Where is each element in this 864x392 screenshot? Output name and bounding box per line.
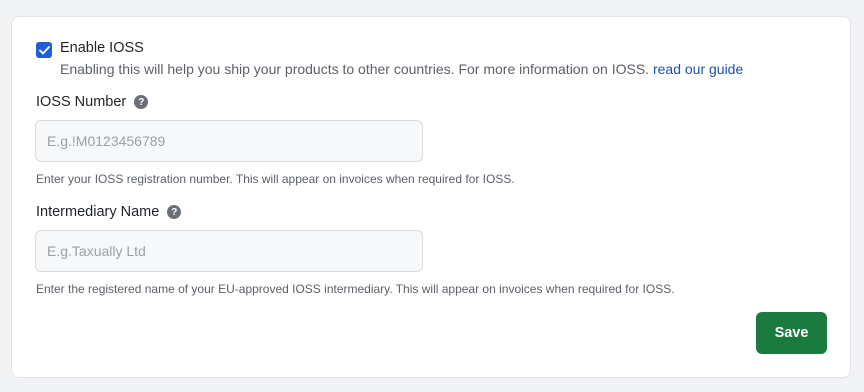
intermediary-name-label: Intermediary Name	[36, 204, 160, 220]
check-icon	[38, 45, 50, 54]
intermediary-name-hint: Enter the registered name of your EU-app…	[36, 282, 675, 296]
intermediary-name-input[interactable]	[35, 230, 423, 272]
enable-ioss-checkbox[interactable]	[36, 42, 52, 58]
enable-ioss-description: Enabling this will help you ship your pr…	[60, 61, 650, 77]
intermediary-name-label-row: Intermediary Name ?	[36, 204, 182, 220]
ioss-settings-card: Enable IOSS Enabling this will help you …	[11, 16, 851, 378]
enable-ioss-row: Enable IOSS Enabling this will help you …	[36, 39, 743, 79]
ioss-number-help-icon[interactable]: ?	[134, 95, 149, 109]
intermediary-name-help-icon[interactable]: ?	[167, 205, 182, 219]
read-guide-link[interactable]: read our guide	[653, 61, 743, 77]
enable-ioss-text: Enable IOSS Enabling this will help you …	[60, 39, 743, 79]
ioss-number-input[interactable]	[35, 120, 423, 162]
ioss-number-hint: Enter your IOSS registration number. Thi…	[36, 172, 515, 186]
save-button[interactable]: Save	[756, 312, 827, 354]
enable-ioss-description-line: Enabling this will help you ship your pr…	[60, 59, 743, 79]
ioss-number-label: IOSS Number	[36, 94, 127, 110]
ioss-number-label-row: IOSS Number ?	[36, 94, 149, 110]
enable-ioss-label: Enable IOSS	[60, 40, 144, 56]
